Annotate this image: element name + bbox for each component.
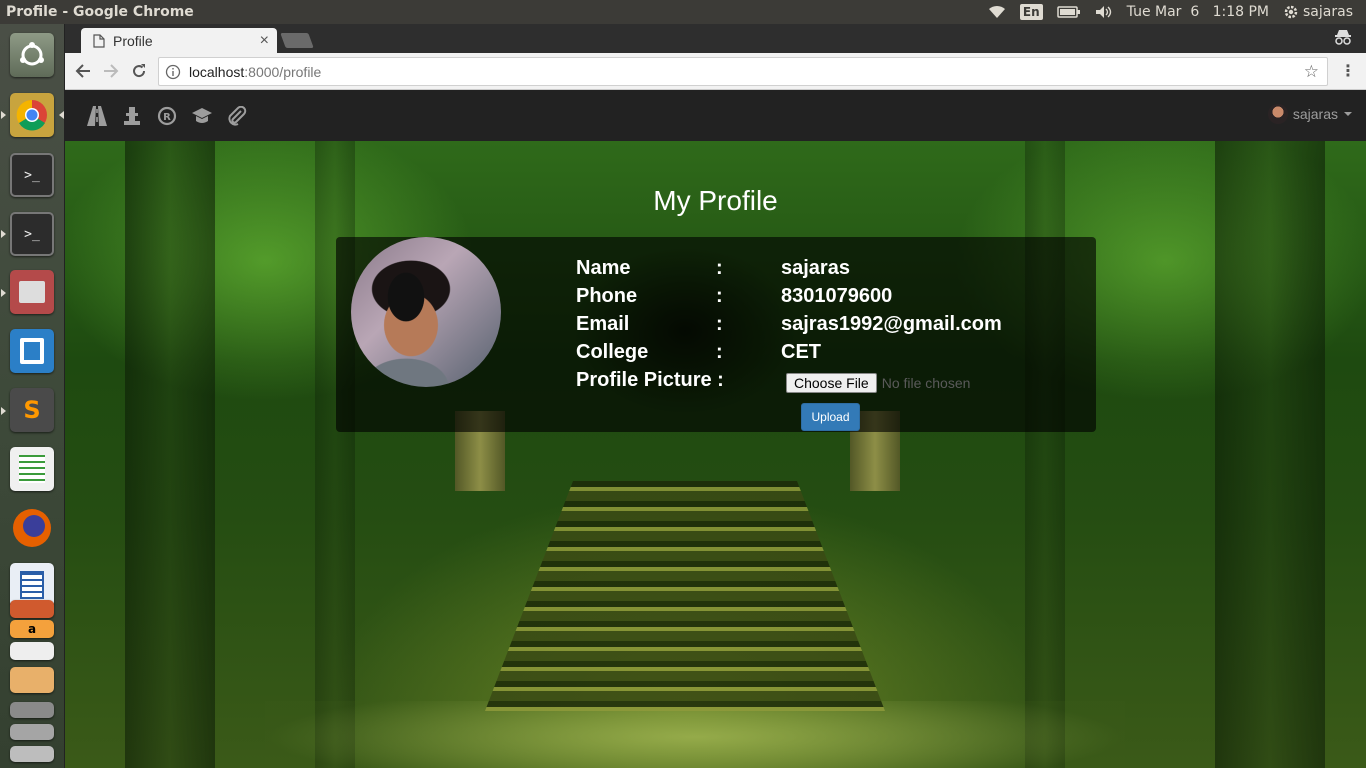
browser-toolbar: localhost:8000/profile ☆ ⋮ — [65, 53, 1366, 90]
field-value: CET — [781, 341, 821, 363]
clock[interactable]: Tue Mar 6 1:18 PM — [1120, 0, 1276, 24]
user-menu[interactable]: sajaras — [1267, 104, 1352, 124]
battery-icon[interactable] — [1050, 0, 1088, 24]
volume-icon[interactable] — [1088, 0, 1120, 24]
stack-icon[interactable] — [7, 722, 57, 742]
tab-strip: Profile × — [65, 24, 1366, 53]
file-input[interactable]: Choose File No file chosen — [786, 373, 970, 393]
app-navbar: R sajaras — [65, 90, 1366, 141]
spreadsheet-icon[interactable] — [7, 444, 57, 494]
caret-down-icon — [1344, 112, 1352, 116]
page-icon — [93, 33, 105, 48]
tab-close-icon[interactable]: × — [260, 32, 269, 50]
tab-title: Profile — [113, 32, 153, 49]
session-menu[interactable]: sajaras — [1276, 0, 1360, 24]
terminal-icon[interactable]: >_ — [7, 209, 57, 259]
avatar — [1267, 104, 1288, 124]
impress-icon[interactable] — [7, 599, 57, 619]
field-colon: : — [716, 313, 723, 335]
profile-card: Name : sajaras Phone : 8301079600 Email … — [336, 237, 1096, 432]
url-path: :8000/profile — [244, 63, 322, 80]
svg-text:R: R — [163, 112, 171, 123]
window-title: Profile - Google Chrome — [6, 4, 194, 20]
ubuntu-dash-icon[interactable] — [7, 30, 57, 80]
text-editor-icon[interactable] — [7, 666, 57, 694]
chrome-icon[interactable] — [7, 90, 57, 140]
session-user: sajaras — [1303, 4, 1353, 20]
address-bar[interactable]: localhost:8000/profile ☆ — [158, 57, 1328, 86]
bookmark-star-icon[interactable]: ☆ — [1304, 62, 1319, 82]
background-decoration — [1025, 141, 1065, 768]
field-label: Name — [576, 257, 631, 279]
url-host: localhost — [189, 63, 245, 80]
field-label: College — [576, 341, 649, 363]
back-icon[interactable] — [69, 57, 97, 85]
chrome-menu-icon[interactable]: ⋮ — [1340, 61, 1356, 80]
amazon-icon[interactable]: a — [7, 619, 57, 639]
top-panel: Profile - Google Chrome En Tue Mar 6 1:1… — [0, 0, 1366, 24]
firefox-icon[interactable] — [7, 503, 57, 553]
incognito-icon — [1334, 29, 1352, 49]
terminal-icon[interactable]: >_ — [7, 150, 57, 200]
field-value: sajras1992@gmail.com — [781, 313, 1002, 335]
field-value: sajaras — [781, 257, 850, 279]
file-status: No file chosen — [881, 375, 971, 391]
files-icon[interactable] — [7, 267, 57, 317]
new-tab-button[interactable] — [280, 33, 314, 48]
background-decoration — [315, 141, 355, 768]
field-label: Phone — [576, 285, 638, 307]
app-icon[interactable] — [7, 326, 57, 376]
field-colon: : — [716, 257, 723, 279]
graduation-cap-icon[interactable] — [184, 90, 219, 141]
browser-window: Profile × localhost:8000/profile ☆ ⋮ R … — [65, 24, 1366, 768]
forward-icon[interactable] — [97, 57, 125, 85]
field-value: 8301079600 — [781, 285, 893, 307]
launcher: >_ >_ S a — [0, 24, 65, 768]
sublime-text-icon[interactable]: S — [7, 385, 57, 435]
background-decoration — [1215, 141, 1325, 768]
upload-button[interactable]: Upload — [801, 403, 860, 431]
field-colon: : — [716, 285, 723, 307]
reload-icon[interactable] — [125, 57, 153, 85]
road-icon[interactable] — [79, 90, 114, 141]
page-content: My Profile Name : sajaras Phone : 830107… — [65, 141, 1366, 768]
chess-pawn-icon[interactable] — [114, 90, 149, 141]
indicators: En Tue Mar 6 1:18 PM sajaras — [981, 0, 1366, 24]
background-decoration — [125, 141, 215, 768]
keyboard-layout-label: En — [1019, 4, 1043, 20]
info-icon[interactable] — [165, 64, 181, 80]
document-icon[interactable] — [7, 641, 57, 661]
user-menu-label: sajaras — [1292, 106, 1338, 122]
background-decoration — [265, 701, 1125, 768]
keyboard-layout-indicator[interactable]: En — [1013, 0, 1050, 24]
background-decoration — [485, 481, 885, 711]
profile-photo — [351, 237, 501, 387]
registered-icon[interactable]: R — [149, 90, 184, 141]
page-title: My Profile — [653, 185, 778, 216]
gear-icon — [1284, 5, 1298, 19]
field-label: Email — [576, 313, 630, 335]
wifi-icon[interactable] — [981, 0, 1013, 24]
tab-profile[interactable]: Profile × — [81, 28, 277, 53]
workspace-switcher-icon[interactable] — [7, 700, 57, 720]
trash-icon[interactable] — [7, 744, 57, 764]
choose-file-button[interactable]: Choose File — [786, 373, 877, 393]
field-label: Profile Picture : — [576, 369, 724, 391]
field-colon: : — [716, 341, 723, 363]
paperclip-icon[interactable] — [219, 90, 254, 141]
